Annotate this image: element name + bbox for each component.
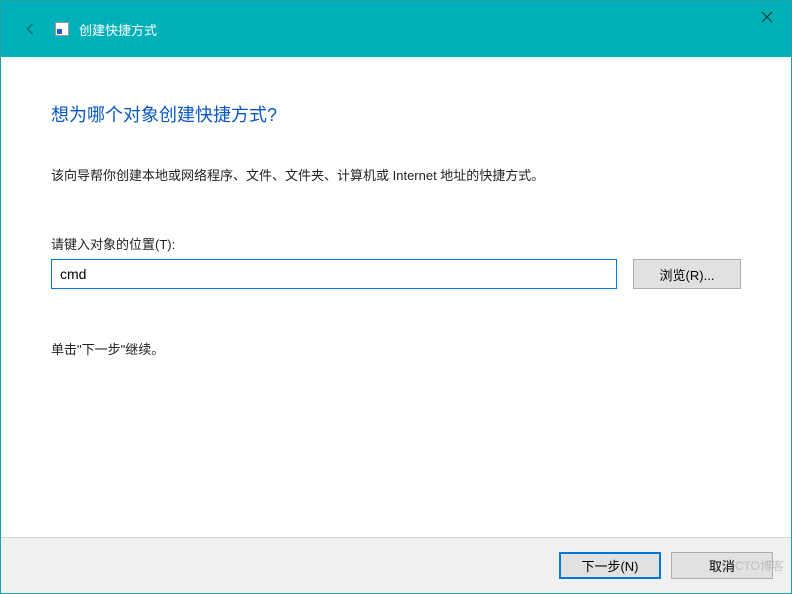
close-button[interactable]: [743, 1, 791, 33]
browse-button[interactable]: 浏览(R)...: [633, 259, 741, 289]
titlebar: 创建快捷方式: [1, 1, 791, 57]
wizard-heading: 想为哪个对象创建快捷方式?: [51, 101, 741, 127]
wizard-hint: 单击"下一步"继续。: [51, 339, 741, 358]
shortcut-icon: [55, 22, 69, 36]
location-row: 浏览(R)...: [51, 259, 741, 289]
create-shortcut-wizard: 创建快捷方式 想为哪个对象创建快捷方式? 该向导帮你创建本地或网络程序、文件、文…: [0, 0, 792, 594]
window-title: 创建快捷方式: [79, 20, 157, 39]
location-input[interactable]: [51, 259, 617, 289]
wizard-footer: 下一步(N) 取消: [1, 537, 791, 593]
wizard-description: 该向导帮你创建本地或网络程序、文件、文件夹、计算机或 Internet 地址的快…: [51, 165, 741, 184]
close-icon: [761, 11, 773, 23]
cancel-button[interactable]: 取消: [671, 552, 773, 579]
next-button[interactable]: 下一步(N): [559, 552, 661, 579]
back-arrow-icon: [21, 19, 41, 39]
wizard-content: 想为哪个对象创建快捷方式? 该向导帮你创建本地或网络程序、文件、文件夹、计算机或…: [1, 57, 791, 537]
location-label: 请键入对象的位置(T):: [51, 234, 741, 253]
